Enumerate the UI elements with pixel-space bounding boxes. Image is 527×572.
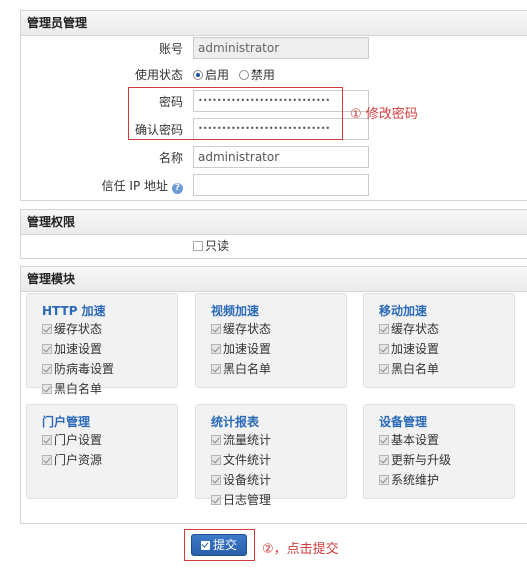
- trusted-ip-label: 信任 IP 地址: [101, 179, 168, 193]
- module-item-checkbox[interactable]: 文件统计: [211, 451, 271, 468]
- checkbox-checked-icon: [42, 384, 52, 394]
- module-item-label: 门户资源: [54, 453, 103, 467]
- readonly-checkbox[interactable]: 只读: [193, 234, 229, 258]
- module-title: 门户管理: [42, 415, 91, 429]
- admin-panel-title: 管理员管理: [21, 11, 527, 36]
- module-item-label: 黑白名单: [223, 362, 272, 376]
- checkbox-checked-icon: [42, 364, 52, 374]
- module-card: HTTP 加速缓存状态加速设置防病毒设置黑白名单: [26, 293, 178, 396]
- checkbox-checked-icon: [379, 324, 389, 334]
- checkbox-checked-icon: [42, 324, 52, 334]
- module-card: 统计报表流量统计文件统计设备统计日志管理: [195, 404, 347, 507]
- checkbox-checked-icon: [42, 455, 52, 465]
- module-item-label: 缓存状态: [391, 322, 440, 336]
- module-title: 统计报表: [211, 415, 260, 429]
- module-item-label: 流量统计: [223, 433, 272, 447]
- password-highlight-box: [128, 87, 343, 140]
- checkbox-checked-icon: [211, 324, 221, 334]
- radio-selected-icon: [193, 70, 203, 80]
- checkbox-checked-icon: [211, 475, 221, 485]
- module-item-checkbox[interactable]: 黑白名单: [211, 360, 271, 377]
- checkbox-checked-icon: [211, 344, 221, 354]
- account-row: 账号 administrator: [21, 37, 527, 61]
- checkbox-checked-icon: [379, 344, 389, 354]
- trusted-ip-input[interactable]: [193, 174, 369, 196]
- status-label: 使用状态: [134, 68, 183, 82]
- module-item-label: 日志管理: [223, 493, 272, 507]
- annotation-modify-password: ① 修改密码: [350, 107, 418, 122]
- module-title: 设备管理: [379, 415, 428, 429]
- checkbox-checked-icon: [211, 435, 221, 445]
- checkbox-checked-icon: [42, 344, 52, 354]
- module-item-checkbox[interactable]: 基本设置: [379, 431, 439, 448]
- checkbox-checked-icon: [211, 455, 221, 465]
- name-label: 名称: [158, 151, 183, 165]
- module-item-label: 更新与升级: [391, 453, 452, 467]
- module-item-checkbox[interactable]: 加速设置: [379, 340, 439, 357]
- account-field: administrator: [193, 37, 369, 59]
- checkbox-checked-icon: [379, 475, 389, 485]
- module-item-label: 防病毒设置: [54, 362, 115, 376]
- module-item-label: 缓存状态: [54, 322, 103, 336]
- checkbox-checked-icon: [379, 435, 389, 445]
- module-item-checkbox[interactable]: 缓存状态: [42, 320, 102, 337]
- module-card: 门户管理门户设置门户资源: [26, 404, 178, 499]
- module-item-checkbox[interactable]: 缓存状态: [379, 320, 439, 337]
- module-item-label: 缓存状态: [223, 322, 272, 336]
- module-item-checkbox[interactable]: 设备统计: [211, 471, 271, 488]
- module-item-label: 黑白名单: [54, 382, 103, 396]
- status-disabled-radio[interactable]: 禁用: [238, 68, 275, 82]
- module-item-label: 文件统计: [223, 453, 272, 467]
- help-icon[interactable]: ?: [172, 183, 183, 194]
- module-item-checkbox[interactable]: 黑白名单: [42, 380, 102, 397]
- checkbox-empty-icon: [193, 241, 203, 251]
- module-item-label: 基本设置: [391, 433, 440, 447]
- module-item-checkbox[interactable]: 门户设置: [42, 431, 102, 448]
- checkbox-checked-icon: [42, 435, 52, 445]
- module-item-checkbox[interactable]: 黑白名单: [379, 360, 439, 377]
- module-title: 移动加速: [379, 304, 428, 318]
- module-item-label: 门户设置: [54, 433, 103, 447]
- trusted-ip-label-wrap: 信任 IP 地址?: [102, 174, 183, 198]
- module-item-checkbox[interactable]: 系统维护: [379, 471, 439, 488]
- name-row: 名称 administrator: [21, 146, 527, 170]
- module-card: 设备管理基本设置更新与升级系统维护: [363, 404, 515, 499]
- status-enabled-radio[interactable]: 启用: [193, 68, 229, 82]
- module-item-checkbox[interactable]: 缓存状态: [211, 320, 271, 337]
- checkbox-checked-icon: [379, 364, 389, 374]
- radio-empty-icon: [238, 70, 249, 80]
- readonly-label: 只读: [205, 239, 230, 253]
- module-item-checkbox[interactable]: 日志管理: [211, 491, 271, 508]
- module-item-checkbox[interactable]: 加速设置: [211, 340, 271, 357]
- status-row: 使用状态 启用 禁用: [21, 63, 527, 87]
- module-item-checkbox[interactable]: 加速设置: [42, 340, 102, 357]
- module-title: HTTP 加速: [42, 304, 106, 318]
- account-label: 账号: [158, 42, 183, 56]
- checkbox-checked-icon: [211, 495, 221, 505]
- module-title: 视频加速: [211, 304, 260, 318]
- module-item-checkbox[interactable]: 门户资源: [42, 451, 102, 468]
- module-card: 移动加速缓存状态加速设置黑白名单: [363, 293, 515, 388]
- module-item-label: 加速设置: [223, 342, 272, 356]
- module-item-checkbox[interactable]: 防病毒设置: [42, 360, 114, 377]
- module-item-label: 设备统计: [223, 473, 272, 487]
- module-item-label: 黑白名单: [391, 362, 440, 376]
- module-item-label: 系统维护: [391, 473, 440, 487]
- check-icon: [200, 541, 210, 550]
- name-input[interactable]: administrator: [193, 146, 369, 168]
- permissions-panel: 管理权限 只读: [20, 209, 527, 259]
- module-item-checkbox[interactable]: 流量统计: [211, 431, 271, 448]
- module-item-label: 加速设置: [54, 342, 103, 356]
- module-item-label: 加速设置: [391, 342, 440, 356]
- checkbox-checked-icon: [211, 364, 221, 374]
- checkbox-checked-icon: [379, 455, 389, 465]
- permissions-panel-title: 管理权限: [21, 210, 527, 235]
- module-card: 视频加速缓存状态加速设置黑白名单: [195, 293, 347, 388]
- module-item-checkbox[interactable]: 更新与升级: [379, 451, 451, 468]
- submit-button[interactable]: 提交: [191, 534, 247, 556]
- modules-panel-title: 管理模块: [21, 267, 527, 292]
- annotation-click-submit: ②，点击提交: [262, 542, 339, 557]
- trusted-ip-row: 信任 IP 地址?: [21, 174, 527, 198]
